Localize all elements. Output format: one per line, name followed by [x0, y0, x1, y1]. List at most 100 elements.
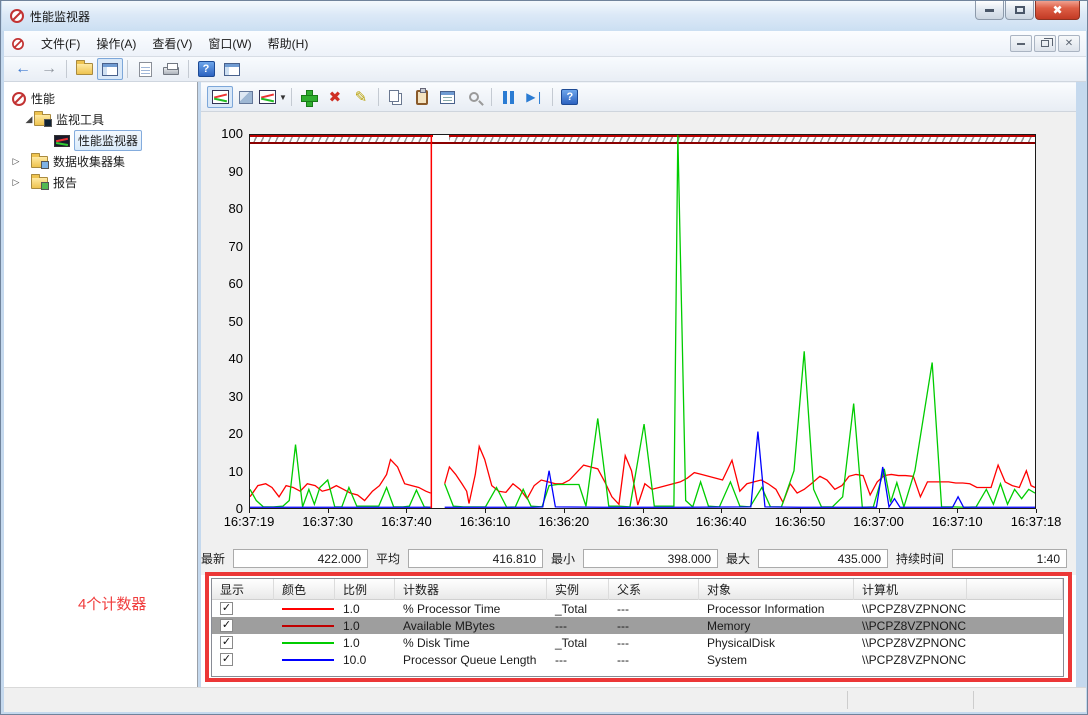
- column-header-show[interactable]: 显示: [212, 579, 274, 600]
- column-header-scale[interactable]: 比例: [335, 579, 395, 600]
- x-tick-label: 16:36:20: [538, 514, 590, 529]
- table-row--processor-time[interactable]: ✓ 1.0 % Processor Time _Total --- Processor I…: [212, 600, 1063, 617]
- column-header-object[interactable]: 对象: [699, 579, 854, 600]
- list-button[interactable]: [132, 58, 158, 80]
- column-header-counter[interactable]: 计数器: [395, 579, 547, 600]
- counter-cell: Available MBytes: [403, 618, 495, 633]
- color-swatch: [282, 607, 334, 610]
- change-graph-type-button[interactable]: ▼: [259, 86, 287, 108]
- tree-item-label: 监视工具: [56, 113, 105, 127]
- stat-average-value: 416.810: [408, 549, 543, 568]
- properties-button[interactable]: [435, 86, 461, 108]
- expanded-twisty-icon[interactable]: ◢: [24, 114, 34, 125]
- graph-type-icon: [259, 90, 276, 104]
- folder-icon: [75, 60, 93, 75]
- series-line--processor-time: [445, 446, 1035, 505]
- add-counter-button[interactable]: [296, 86, 322, 108]
- close-button[interactable]: ✖: [1035, 1, 1080, 20]
- minimize-button[interactable]: [975, 1, 1004, 20]
- tree-item-reports[interactable]: ▷ 报告: [4, 172, 197, 193]
- counter-table: 显示 颜色 比例 计数器 实例 父系 对象 计算机 ✓ 1.0 % Processo…: [211, 578, 1064, 677]
- title-bar[interactable]: 性能监视器 ✖: [2, 1, 1087, 31]
- x-tick-mark: [878, 509, 880, 513]
- stat-last-value: 422.000: [233, 549, 368, 568]
- collapsed-twisty-icon[interactable]: ▷: [11, 177, 21, 188]
- tree-item-label: 性能: [31, 92, 56, 106]
- perfmon-view-pane: ▼ ✖ ✎ ▶❘ ? 100 90 80 70 60 50 40 30 20 10 0: [201, 82, 1076, 687]
- show-action-pane-button[interactable]: [219, 58, 245, 80]
- y-tick-label: 50: [228, 313, 243, 329]
- show-console-tree-button[interactable]: [97, 58, 123, 80]
- show-checkbox[interactable]: ✓: [220, 636, 233, 649]
- instance-cell: ---: [555, 652, 567, 667]
- mdi-restore-button[interactable]: [1034, 35, 1056, 52]
- back-button[interactable]: ←: [10, 58, 36, 80]
- delete-counter-button[interactable]: ✖: [322, 86, 348, 108]
- chart-help-button[interactable]: ?: [557, 86, 583, 108]
- x-tick-mark: [485, 509, 487, 513]
- object-cell: Processor Information: [707, 601, 825, 616]
- highlight-button[interactable]: ✎: [348, 86, 374, 108]
- column-header-color[interactable]: 颜色: [274, 579, 335, 600]
- show-checkbox[interactable]: ✓: [220, 653, 233, 666]
- paste-clipboard-icon: [415, 87, 428, 105]
- object-cell: PhysicalDisk: [707, 635, 776, 650]
- table-row-processor-queue-length[interactable]: ✓ 10.0 Processor Queue Length --- --- System \…: [212, 651, 1063, 668]
- export-list-button[interactable]: [71, 58, 97, 80]
- stat-duration-value: 1:40: [952, 549, 1067, 568]
- print-button[interactable]: [158, 58, 184, 80]
- show-checkbox[interactable]: ✓: [220, 619, 233, 632]
- table-row--disk-time[interactable]: ✓ 1.0 % Disk Time _Total --- PhysicalDisk \\PC…: [212, 634, 1063, 651]
- paste-counter-list-button[interactable]: [409, 86, 435, 108]
- collapsed-twisty-icon[interactable]: ▷: [11, 156, 21, 167]
- toolbar-separator: [551, 88, 553, 106]
- line-chart-plot[interactable]: [249, 134, 1036, 509]
- mdi-close-icon: ✕: [1064, 38, 1074, 49]
- scale-cell: 1.0: [343, 601, 360, 616]
- parent-cell: ---: [617, 618, 629, 633]
- tree-item-performance-monitor[interactable]: 性能监视器: [4, 130, 197, 151]
- menu-view[interactable]: 查看(V): [144, 31, 200, 56]
- tree-item-monitoring-tools[interactable]: ◢ 监视工具: [4, 109, 197, 130]
- column-header-filler: [967, 579, 1063, 600]
- copy-properties-button[interactable]: [383, 86, 409, 108]
- status-bar-divider: [973, 691, 974, 709]
- y-tick-label: 20: [228, 426, 243, 441]
- mdi-minimize-button[interactable]: [1010, 35, 1032, 52]
- scale-cell: 10.0: [343, 652, 367, 667]
- zoom-button[interactable]: [461, 86, 487, 108]
- show-checkbox[interactable]: ✓: [220, 602, 233, 615]
- parent-cell: ---: [617, 601, 629, 616]
- menu-file[interactable]: 文件(F): [33, 31, 88, 56]
- table-row-available-mbytes[interactable]: ✓ 1.0 Available MBytes --- --- Memory \\PCPZ8V…: [212, 617, 1063, 634]
- counter-cell: Processor Queue Length: [403, 652, 537, 667]
- menu-window[interactable]: 窗口(W): [200, 31, 259, 56]
- update-data-button[interactable]: ▶❘: [522, 86, 548, 108]
- x-tick-mark: [957, 509, 959, 513]
- dropdown-caret-icon: ▼: [279, 92, 287, 102]
- menu-action[interactable]: 操作(A): [88, 31, 144, 56]
- mdi-close-button[interactable]: ✕: [1058, 35, 1080, 52]
- maximize-button[interactable]: [1005, 1, 1034, 20]
- freeze-display-button[interactable]: [496, 86, 522, 108]
- view-current-activity-button[interactable]: [207, 86, 233, 108]
- minimize-icon: [985, 8, 994, 12]
- series-line--disk-time: [445, 135, 1035, 507]
- forward-button[interactable]: →: [36, 58, 62, 80]
- console-window-icon: [102, 62, 118, 76]
- help-icon: ?: [561, 89, 579, 105]
- value-bar: 最新 422.000 平均 416.810 最小 398.000 最大 435.…: [201, 542, 1076, 575]
- toolbar-separator: [290, 88, 292, 106]
- column-header-computer[interactable]: 计算机: [854, 579, 967, 600]
- tree-item-data-collector-sets[interactable]: ▷ 数据收集器集: [4, 151, 197, 172]
- menu-help[interactable]: 帮助(H): [260, 31, 317, 56]
- help-button[interactable]: ?: [193, 58, 219, 80]
- x-tick-label: 16:37:30: [302, 514, 353, 529]
- tree-item-performance[interactable]: 性能: [4, 88, 197, 109]
- view-log-data-button[interactable]: [233, 86, 259, 108]
- column-header-parent[interactable]: 父系: [609, 579, 699, 600]
- action-pane-icon: [224, 62, 240, 76]
- series-line-processor-queue-length: [445, 432, 1035, 508]
- column-header-instance[interactable]: 实例: [547, 579, 609, 600]
- x-tick-mark: [1036, 509, 1037, 513]
